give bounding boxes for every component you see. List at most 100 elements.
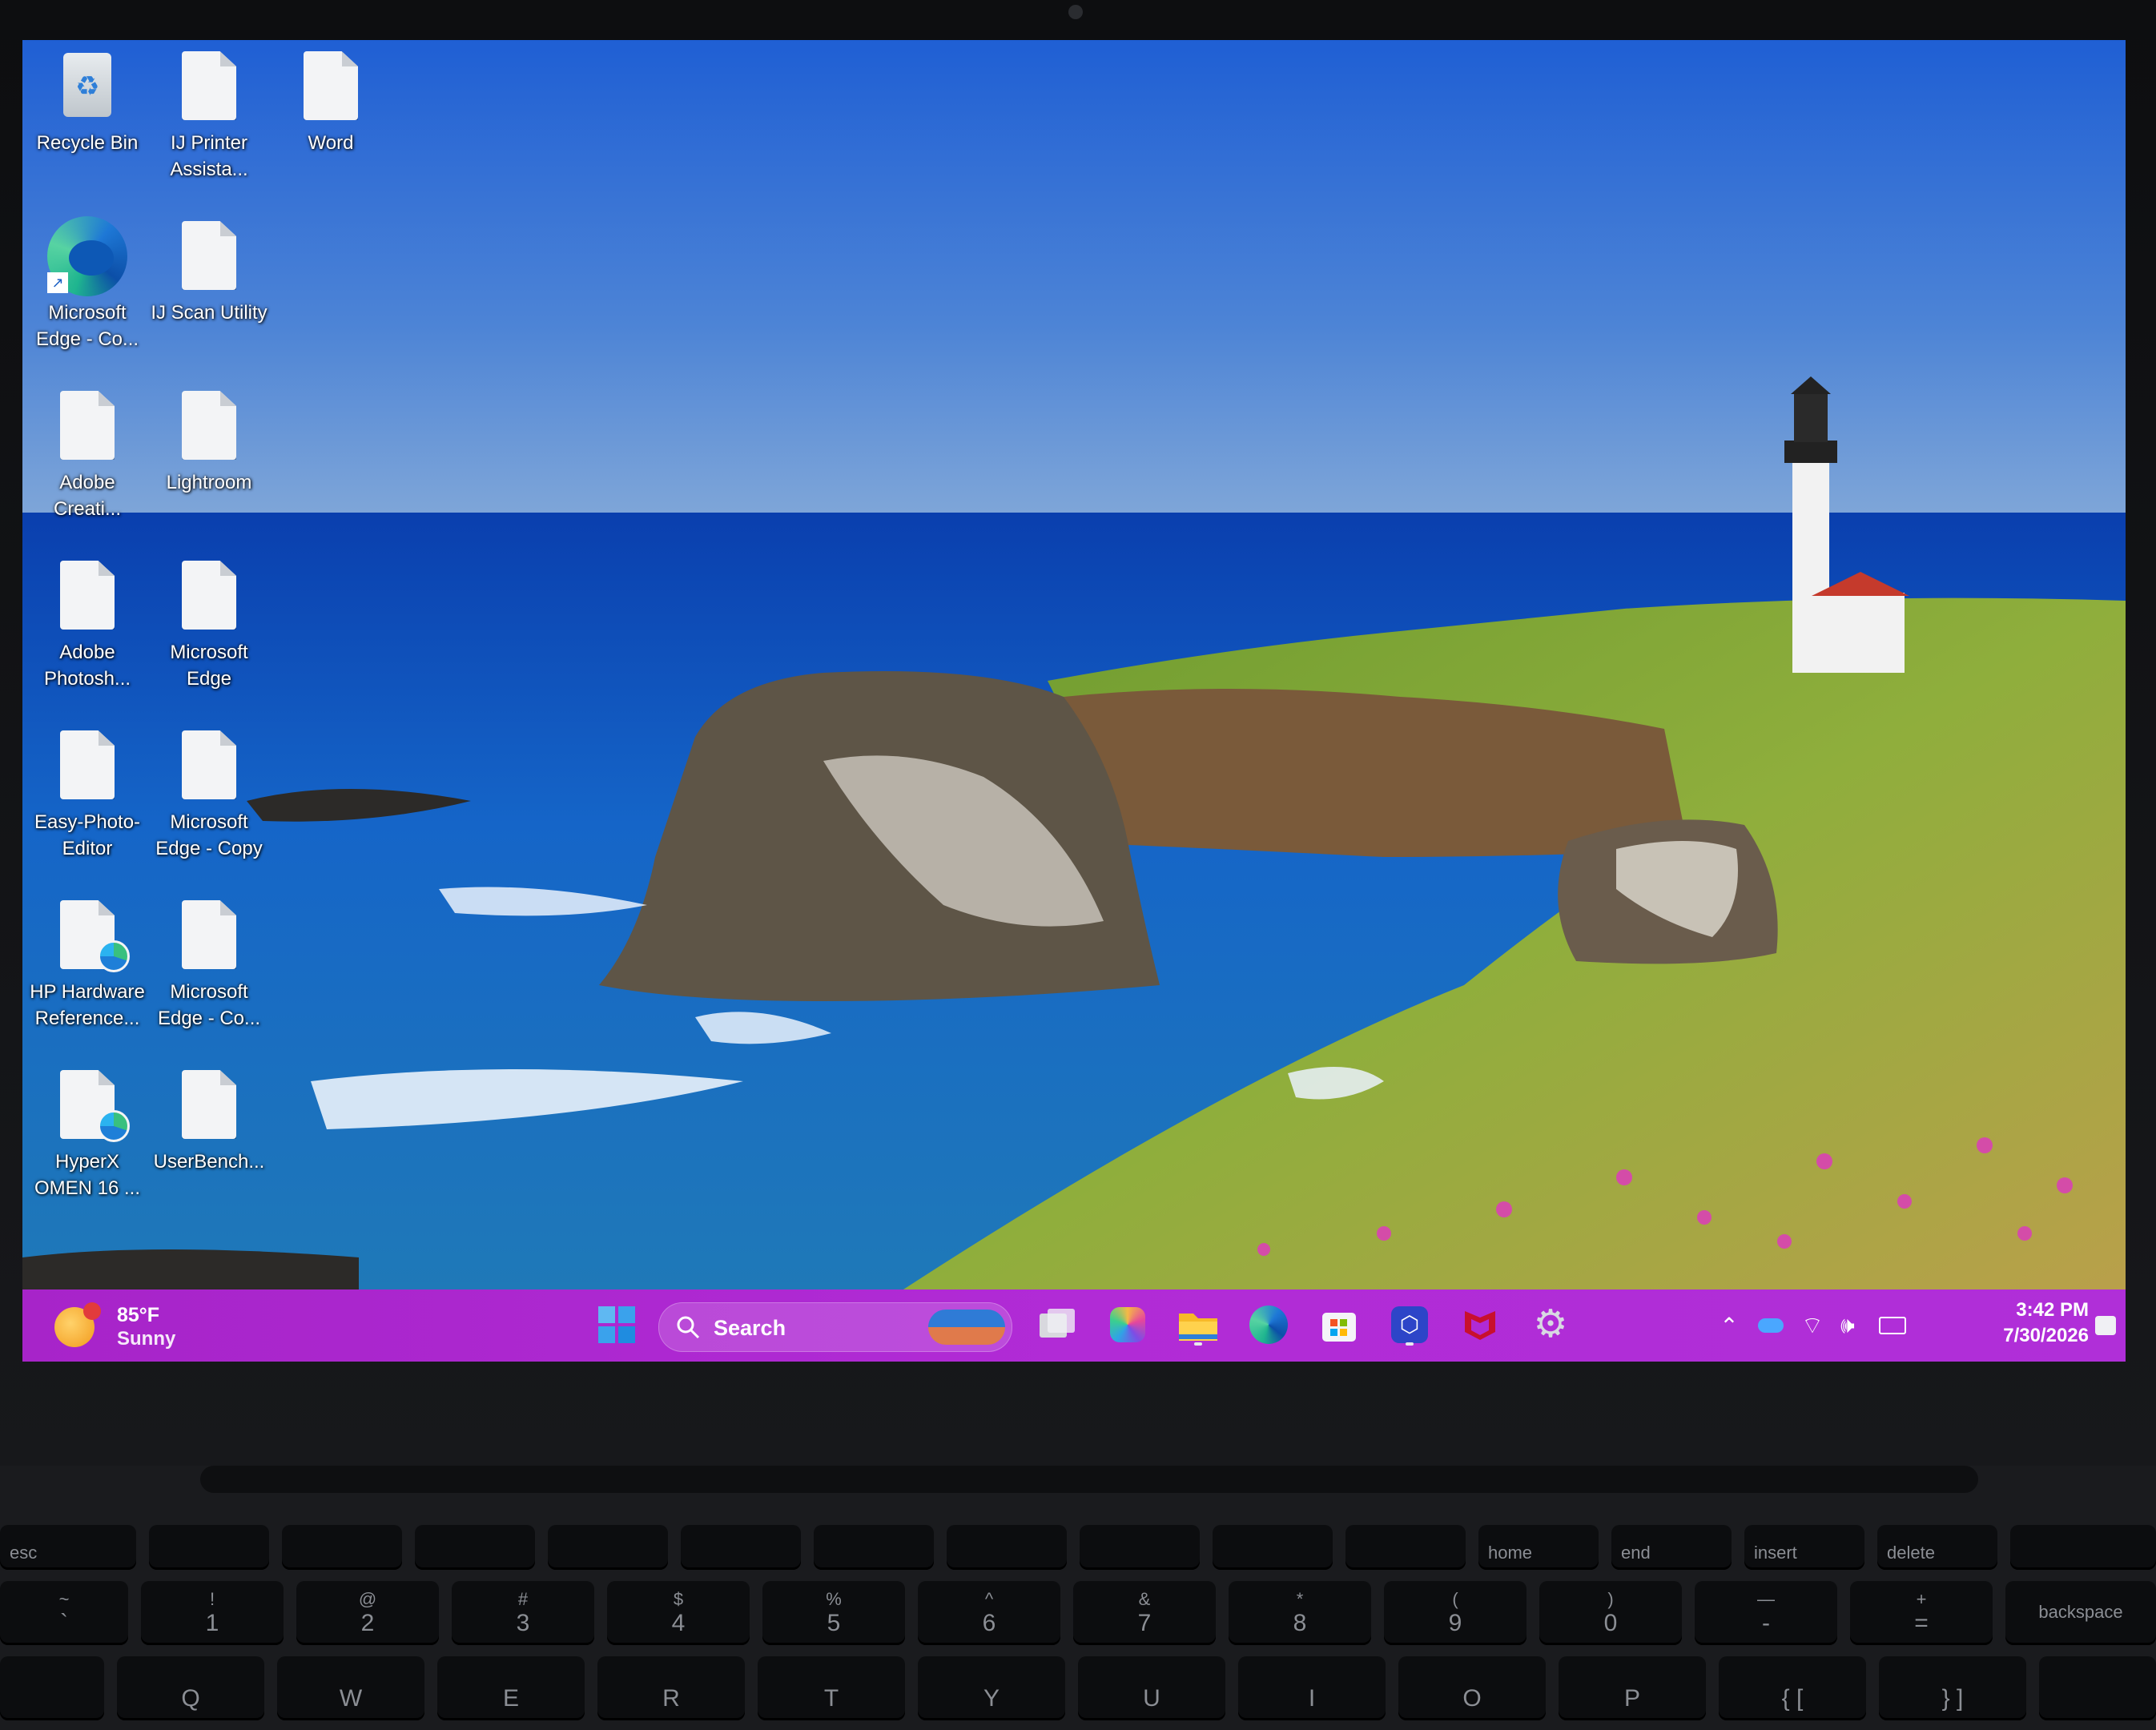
search-highlight-image xyxy=(928,1310,1005,1345)
store-button[interactable] xyxy=(1315,1301,1363,1349)
key-home[interactable]: home xyxy=(1478,1525,1599,1570)
key-f2[interactable] xyxy=(282,1525,402,1570)
key-4[interactable]: $4 xyxy=(607,1581,750,1645)
task-view-button[interactable] xyxy=(1033,1301,1081,1349)
file-edge-icon xyxy=(27,1065,147,1145)
desktop-icon-hyperx-omen[interactable]: HyperX OMEN 16 ... xyxy=(27,1065,147,1201)
key-end[interactable]: end xyxy=(1611,1525,1732,1570)
file-icon xyxy=(149,216,269,296)
desktop-icon-lightroom[interactable]: Lightroom xyxy=(149,386,269,496)
key-f1[interactable] xyxy=(149,1525,269,1570)
notifications-button[interactable] xyxy=(2092,1314,2119,1338)
desktop-wallpaper xyxy=(22,40,2126,1289)
key-power[interactable] xyxy=(2010,1525,2156,1570)
laptop-bezel: ♻ Recycle Bin IJ Printer Assista... Word… xyxy=(0,0,2156,1466)
key-5[interactable]: % 5 xyxy=(762,1581,905,1645)
key-9[interactable]: (9 xyxy=(1384,1581,1526,1645)
desktop-icon-microsoft-edge[interactable]: Microsoft Edge xyxy=(149,556,269,692)
desktop-icon-word[interactable]: Word xyxy=(271,46,391,156)
weather-condition: Sunny xyxy=(117,1328,176,1350)
mcafee-button[interactable] xyxy=(1456,1301,1504,1349)
battery-icon xyxy=(1879,1317,1906,1334)
key-8[interactable]: * 8 xyxy=(1229,1581,1371,1645)
settings-button[interactable]: ⚙ xyxy=(1526,1301,1575,1349)
key-f9[interactable] xyxy=(1213,1525,1333,1570)
key-w[interactable]: W xyxy=(277,1656,424,1720)
desktop-icon-ij-printer-assistant[interactable]: IJ Printer Assista... xyxy=(149,46,269,183)
key-f10[interactable] xyxy=(1345,1525,1466,1570)
taskbar: 85°F Sunny Search ⬡ ⚙ ⌃ ⌔ 🕪 3:42 PM 7/30… xyxy=(22,1289,2126,1362)
security-app-button[interactable]: ⬡ xyxy=(1386,1301,1434,1349)
key-2[interactable]: @2 xyxy=(296,1581,439,1645)
desktop-icon-edge-copy-2[interactable]: Microsoft Edge - Copy xyxy=(149,726,269,862)
icon-label: Adobe Creati... xyxy=(53,472,122,520)
key-u[interactable]: U xyxy=(1078,1656,1225,1720)
clock[interactable]: 3:42 PM 7/30/2026 xyxy=(1937,1289,2089,1362)
key-f3[interactable] xyxy=(415,1525,535,1570)
icon-label: Lightroom xyxy=(166,472,252,493)
wifi-tray-button[interactable]: ⌔ xyxy=(1799,1313,1826,1339)
key-backslash[interactable] xyxy=(2039,1656,2156,1720)
key-f7[interactable] xyxy=(947,1525,1067,1570)
key-y[interactable]: Y xyxy=(918,1656,1065,1720)
key-backtick[interactable]: ~ ` xyxy=(0,1581,128,1645)
file-icon xyxy=(149,556,269,636)
edge-button[interactable] xyxy=(1245,1301,1293,1349)
key-0[interactable]: ) 0 xyxy=(1539,1581,1682,1645)
key-o[interactable]: O xyxy=(1398,1656,1546,1720)
key-7[interactable]: & 7 xyxy=(1073,1581,1216,1645)
edge-icon: ↗ xyxy=(27,216,147,296)
key-t[interactable]: T xyxy=(758,1656,905,1720)
search-label: Search xyxy=(714,1316,786,1340)
running-indicator xyxy=(1194,1342,1202,1346)
key-f6[interactable] xyxy=(814,1525,934,1570)
desktop-icon-hp-hardware-reference[interactable]: HP Hardware Reference... xyxy=(27,895,147,1032)
battery-tray-button[interactable] xyxy=(1879,1314,1906,1338)
key-3[interactable]: #3 xyxy=(452,1581,594,1645)
key-1[interactable]: ! 1 xyxy=(141,1581,284,1645)
file-explorer-icon xyxy=(1179,1314,1217,1341)
volume-icon: 🕪 xyxy=(1840,1312,1855,1338)
desktop-icon-ij-scan-utility[interactable]: IJ Scan Utility xyxy=(149,216,269,326)
key-equals[interactable]: + = xyxy=(1850,1581,1993,1645)
key-right-bracket[interactable]: } ] xyxy=(1879,1656,2026,1720)
onedrive-icon xyxy=(1758,1318,1784,1333)
desktop-icon-recycle-bin[interactable]: ♻ Recycle Bin xyxy=(27,46,147,156)
key-6[interactable]: ^ 6 xyxy=(918,1581,1060,1645)
key-r[interactable]: R xyxy=(597,1656,745,1720)
key-e[interactable]: E xyxy=(437,1656,585,1720)
key-backspace[interactable]: backspace xyxy=(2005,1581,2156,1645)
key-q[interactable]: Q xyxy=(117,1656,264,1720)
icon-label: Word xyxy=(308,132,354,154)
key-minus[interactable]: — - xyxy=(1695,1581,1837,1645)
store-icon xyxy=(1322,1313,1356,1342)
desktop-icon-userbench[interactable]: UserBench... xyxy=(149,1065,269,1175)
key-p[interactable]: P xyxy=(1559,1656,1706,1720)
key-i[interactable]: I xyxy=(1238,1656,1386,1720)
running-indicator xyxy=(1406,1342,1414,1346)
onedrive-tray-button[interactable] xyxy=(1757,1314,1784,1338)
copilot-button[interactable] xyxy=(1104,1301,1152,1349)
desktop-icon-easy-photo-editor[interactable]: Easy-Photo-Editor xyxy=(27,726,147,862)
start-button[interactable] xyxy=(593,1301,641,1349)
desktop-icon-adobe-photoshop[interactable]: Adobe Photosh... xyxy=(27,556,147,692)
key-tab[interactable] xyxy=(0,1656,104,1720)
desktop-icon-adobe-creative[interactable]: Adobe Creati... xyxy=(27,386,147,522)
icon-label: Microsoft Edge xyxy=(170,642,248,690)
key-f4[interactable] xyxy=(548,1525,668,1570)
key-insert[interactable]: insert xyxy=(1744,1525,1864,1570)
search-box[interactable]: Search xyxy=(658,1302,1012,1352)
file-explorer-button[interactable] xyxy=(1174,1301,1222,1349)
desktop-icon-edge-copy-3[interactable]: Microsoft Edge - Co... xyxy=(149,895,269,1032)
task-view-icon xyxy=(1040,1309,1075,1338)
key-delete[interactable]: delete xyxy=(1877,1525,1997,1570)
weather-widget[interactable]: 85°F Sunny xyxy=(22,1289,231,1362)
key-esc[interactable]: esc xyxy=(0,1525,136,1570)
key-f8[interactable] xyxy=(1080,1525,1200,1570)
key-f5[interactable] xyxy=(681,1525,801,1570)
desktop-icon-edge-copy-1[interactable]: ↗ Microsoft Edge - Co... xyxy=(27,216,147,352)
volume-tray-button[interactable]: 🕪 xyxy=(1834,1312,1861,1338)
key-left-bracket[interactable]: { [ xyxy=(1719,1656,1866,1720)
tray-overflow-button[interactable]: ⌃ xyxy=(1716,1314,1743,1338)
copilot-icon xyxy=(1110,1307,1145,1342)
